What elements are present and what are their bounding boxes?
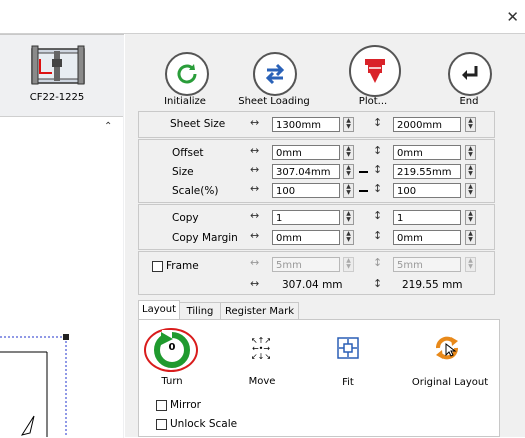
unlock-scale-checkbox[interactable] [156, 419, 167, 430]
initialize-label: Initialize [164, 96, 206, 107]
width-arrow-icon: ↔ [250, 116, 260, 129]
width-arrow-icon: ↔ [250, 256, 260, 269]
copy-margin-y-spinner[interactable]: ▲ ▼ [465, 230, 476, 245]
copy-x-field[interactable]: 1 [272, 210, 340, 225]
width-arrow-icon: ↔ [250, 144, 260, 157]
copy-y-spinner[interactable]: ▲ ▼ [465, 210, 476, 225]
sheet-loading-label: Sheet Loading [238, 96, 310, 107]
offset-y-field[interactable]: 0mm [393, 145, 461, 160]
copy-x-spinner[interactable]: ▲ ▼ [343, 210, 354, 225]
scale-link-icon [359, 190, 368, 192]
title-bar [0, 0, 525, 32]
size-height-spinner[interactable]: ▲ ▼ [465, 164, 476, 179]
height-arrow-icon: ↕ [373, 144, 383, 157]
total-height-value: 219.55 mm [402, 279, 463, 291]
scale-y-field[interactable]: 100 [393, 183, 461, 198]
sheet-width-field[interactable]: 1300mm [272, 117, 340, 132]
offset-x-field[interactable]: 0mm [272, 145, 340, 160]
scroll-up-icon[interactable]: ⌃ [104, 121, 112, 132]
width-arrow-icon: ↔ [250, 163, 260, 176]
size-link-icon [359, 171, 368, 173]
sheet-height-field[interactable]: 2000mm [393, 117, 461, 132]
device-name: CF22-1225 [29, 92, 85, 103]
cutting-plotter-icon[interactable] [30, 45, 86, 85]
mirror-checkbox[interactable] [156, 400, 167, 411]
height-arrow-icon: ↕ [373, 229, 383, 242]
copy-y-field[interactable]: 1 [393, 210, 461, 225]
height-arrow-icon: ↕ [373, 116, 383, 129]
height-arrow-icon: ↕ [373, 277, 383, 290]
sheet-height-spinner[interactable]: ▲ ▼ [465, 117, 476, 132]
tab-tiling[interactable]: Tiling [179, 302, 221, 320]
frame-x-field: 5mm [272, 257, 340, 272]
copy-margin-y-field[interactable]: 0mm [393, 230, 461, 245]
scale-y-spinner[interactable]: ▲ ▼ [465, 183, 476, 198]
end-label: End [459, 96, 479, 107]
copy-margin-x-field[interactable]: 0mm [272, 230, 340, 245]
initialize-button[interactable] [165, 52, 209, 96]
close-icon[interactable]: ✕ [506, 10, 519, 25]
move-arrows-icon[interactable]: ↖↑↗ ←•→ ↙↓↘ [249, 337, 273, 361]
sheet-width-spinner[interactable]: ▲ ▼ [343, 117, 354, 132]
frame-label: Frame [166, 260, 199, 272]
unlock-scale-label: Unlock Scale [170, 418, 238, 430]
height-arrow-icon: ↕ [373, 209, 383, 222]
original-layout-label: Original Layout [411, 377, 489, 388]
scale-label: Scale(%) [172, 185, 219, 197]
scale-x-field[interactable]: 100 [272, 183, 340, 198]
return-arrow-icon [462, 66, 478, 80]
sheet-loading-button[interactable] [253, 52, 297, 96]
height-arrow-icon: ↕ [373, 256, 383, 269]
width-arrow-icon: ↔ [250, 209, 260, 222]
plot-label: Plot... [358, 96, 388, 107]
turn-label: Turn [161, 376, 183, 387]
width-arrow-icon: ↔ [250, 229, 260, 242]
frame-checkbox[interactable] [152, 261, 163, 272]
size-width-spinner[interactable]: ▲ ▼ [343, 164, 354, 179]
size-height-field[interactable]: 219.55mm [393, 164, 461, 179]
mirror-label: Mirror [170, 399, 201, 411]
frame-y-spinner: ▲ ▼ [465, 257, 476, 272]
copy-margin-label: Copy Margin [172, 232, 238, 244]
layout-preview [0, 330, 70, 437]
fit-label: Fit [342, 377, 354, 388]
plotter-pen-icon [365, 59, 385, 83]
total-width-value: 307.04 mm [282, 279, 343, 291]
original-layout-icon[interactable] [432, 333, 462, 363]
end-button[interactable] [448, 52, 492, 96]
offset-label: Offset [172, 147, 204, 159]
offset-y-spinner[interactable]: ▲ ▼ [465, 145, 476, 160]
turn-angle: 0 [168, 342, 176, 353]
sheet-size-label: Sheet Size [170, 118, 226, 130]
fit-icon[interactable] [336, 336, 360, 360]
swap-arrows-icon [265, 63, 285, 85]
tab-layout[interactable]: Layout [138, 300, 180, 321]
frame-y-field: 5mm [393, 257, 461, 272]
height-arrow-icon: ↕ [373, 182, 383, 195]
width-arrow-icon: ↔ [250, 277, 260, 290]
refresh-icon [177, 64, 197, 84]
height-arrow-icon: ↕ [373, 163, 383, 176]
width-arrow-icon: ↔ [250, 182, 260, 195]
move-label: Move [248, 376, 276, 387]
offset-x-spinner[interactable]: ▲ ▼ [343, 145, 354, 160]
plot-button[interactable] [349, 45, 401, 97]
copy-margin-x-spinner[interactable]: ▲ ▼ [343, 230, 354, 245]
size-label: Size [172, 166, 194, 178]
scale-x-spinner[interactable]: ▲ ▼ [343, 183, 354, 198]
tab-register-mark[interactable]: Register Mark [220, 302, 299, 320]
frame-x-spinner: ▲ ▼ [343, 257, 354, 272]
size-width-field[interactable]: 307.04mm [272, 164, 340, 179]
copy-label: Copy [172, 212, 199, 224]
